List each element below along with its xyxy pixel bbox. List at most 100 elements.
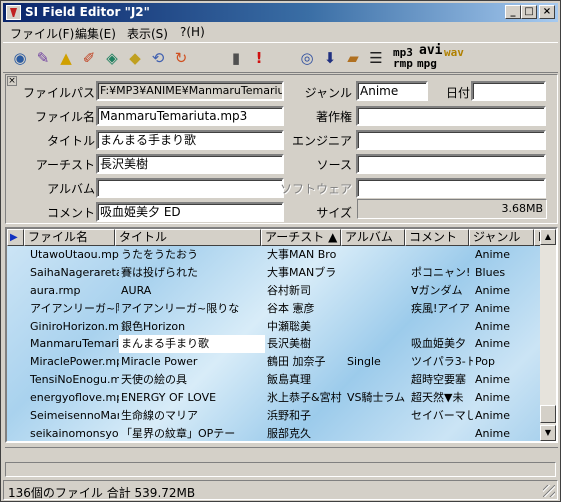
scroll-thumb[interactable] [540, 405, 556, 423]
table-cell: Single [347, 355, 381, 369]
list-rows: UtawoUtaou.mp3 うたをうたおう 大事MAN Bro Anime Saiha… [7, 246, 547, 441]
panel-close-icon[interactable]: × [7, 76, 17, 86]
table-cell: Anime [475, 319, 511, 333]
table-cell: Anime [475, 409, 511, 423]
table-cell: ポコニャン! [411, 265, 471, 279]
list-scrollbar[interactable]: ▲ ▼ [540, 229, 556, 441]
table-row[interactable]: GiniroHorizon.mp3銀色Horizon 中瀬聡美 Anime [7, 318, 542, 336]
artist-label: アーチスト [35, 158, 95, 172]
table-cell: ∀ガンダム [411, 283, 463, 297]
table-cell: Anime [475, 283, 511, 297]
table-row[interactable]: UtawoUtaou.mp3 うたをうたおう 大事MAN Bro Anime [7, 246, 542, 264]
title-label: タイトル [46, 134, 95, 148]
table-row[interactable]: TensiNoEnogu.mp3天使の絵の具 飯島真理 超時空要塞 Anime [7, 371, 542, 389]
date-field[interactable] [471, 81, 546, 101]
copyright-field[interactable] [356, 106, 546, 126]
play-marker-icon[interactable]: ▶ [7, 229, 24, 246]
table-cell: energyoflove.mp3 [30, 391, 119, 405]
warning-icon[interactable]: ▲ [55, 47, 77, 69]
table-cell: 中瀬聡美 [267, 319, 311, 333]
column-comment[interactable]: コメント [405, 229, 469, 246]
menu-help[interactable]: ?(H) [180, 25, 205, 39]
table-row[interactable]: seikainomonsyou_op.mp「星界の紋章」OPテー 服部克久 Anim… [7, 425, 542, 441]
filepath-field[interactable]: F:¥MP3¥ANIME¥ManmaruTemariuta.mp3 [96, 81, 284, 101]
date-label: 日付 [445, 86, 470, 100]
table-cell: UtawoUtaou.mp3 [30, 248, 119, 261]
toolbar: ◉ ✎ ▲ ✐ ◈ ◆ ⟲ ↻ ▮ ! ◎ ⬇ ▰ ☰ mp3 avi wav … [3, 42, 558, 73]
engineer-label: エンジニア [291, 134, 352, 148]
comment-field[interactable]: 吸血姫美夕 ED [96, 202, 284, 222]
table-cell: 長沢美樹 [267, 337, 311, 351]
edit-icon[interactable]: ✐ [78, 47, 100, 69]
column-genre[interactable]: ジャンル [469, 229, 534, 246]
minimize-button[interactable]: _ [505, 5, 521, 19]
maximize-button[interactable]: □ [521, 5, 537, 19]
table-cell: 「星界の紋章」OPテー [121, 426, 236, 440]
rename-icon[interactable]: ⟲ [147, 47, 169, 69]
table-row[interactable]: MiraclePower.mp3Miracle Power 鶴田 加奈子 Singl… [7, 353, 547, 371]
genre-label: ジャンル [304, 86, 352, 100]
size-label: サイズ [316, 206, 352, 220]
table-cell: Anime [475, 301, 511, 315]
menu-edit[interactable]: 編集(E) [75, 25, 116, 42]
window-title: SI Field Editor "J2" [25, 5, 150, 19]
file-list[interactable]: ▶ ファイル名 タイトル アーチスト ▲ アルバム コメント ジャンル E Ut… [5, 227, 558, 443]
list-icon[interactable]: ☰ [365, 47, 387, 69]
genre-field[interactable]: Anime [356, 81, 428, 101]
table-cell: セイバーマし [411, 409, 473, 423]
source-field[interactable] [356, 154, 546, 174]
table-row[interactable]: energyoflove.mp3ENERGY OF LOVE 氷上恭子&宮村 VS騎… [7, 389, 547, 407]
status-text: 136個のファイル 合計 539.72MB [8, 486, 196, 500]
disc-icon[interactable]: ◈ [101, 47, 123, 69]
menu-view[interactable]: 表示(S) [127, 25, 168, 42]
menu-file[interactable]: ファイル(F) [10, 25, 74, 42]
software-field[interactable] [356, 178, 546, 198]
table-cell: VS騎士ラム [347, 391, 406, 405]
format-wav-label[interactable]: wav [444, 47, 464, 58]
main-window: SI Field Editor "J2" _ □ × ファイル(F) 編集(E)… [0, 0, 561, 502]
table-row[interactable]: ManmaruTemariuta.mpまんまる手まり歌長沢美樹 吸血姫美夕 Anim… [7, 335, 542, 354]
open-icon[interactable]: ◉ [9, 47, 31, 69]
column-filename[interactable]: ファイル名 [24, 229, 115, 246]
table-row[interactable]: SeimeisennoMaria.mp3生命線のマリア 浜野和子 セイバーマしAni… [7, 407, 547, 425]
column-album[interactable]: アルバム [341, 229, 405, 246]
app-icon[interactable] [6, 5, 21, 20]
title-field[interactable]: まんまる手まり歌 [96, 130, 284, 150]
artist-field[interactable]: 長沢美樹 [96, 154, 284, 174]
resize-grip[interactable] [543, 485, 555, 497]
engineer-field[interactable] [356, 130, 546, 150]
table-cell: 天使の絵の具 [121, 373, 187, 387]
alert-icon[interactable]: ! [248, 47, 270, 69]
column-title[interactable]: タイトル [115, 229, 261, 246]
cd-icon[interactable]: ◎ [296, 47, 318, 69]
table-row[interactable]: アイアンリーガ~限りなアイアンリーガ~限りな谷本 憲彦疾風!アイアAnime1 [7, 300, 547, 318]
format-avi-label[interactable]: avi [419, 44, 442, 57]
table-cell: 生命線のマリア [121, 409, 198, 423]
table-cell: ManmaruTemariuta.mp [30, 337, 119, 351]
format-rmp-label[interactable]: rmp [393, 58, 413, 69]
table-cell [345, 335, 409, 353]
close-button[interactable]: × [539, 5, 555, 19]
table-cell: 谷村新司 [267, 283, 311, 297]
table-row[interactable]: SaihaNagerareta.mp3賽は投げられた 大事MANブラ ポコニャン! B… [7, 264, 542, 282]
copyright-label: 著作権 [315, 110, 352, 124]
scroll-up-button[interactable]: ▲ [540, 229, 556, 245]
settings-icon[interactable]: ✎ [32, 47, 54, 69]
table-cell: Miracle Power [121, 355, 198, 369]
filename-field[interactable]: ManmaruTemariuta.mp3 [96, 106, 284, 126]
scroll-down-button[interactable]: ▼ [540, 425, 556, 441]
album-field[interactable] [96, 178, 284, 198]
tag-icon[interactable]: ◆ [124, 47, 146, 69]
menu-bar: ファイル(F) 編集(E) 表示(S) ?(H) [3, 23, 558, 41]
software-label: ソフトウェア [279, 182, 352, 196]
table-cell: 浜野和子 [267, 409, 311, 423]
download-icon[interactable]: ⬇ [319, 47, 341, 69]
progress-bar [5, 462, 556, 477]
refresh-icon[interactable]: ↻ [170, 47, 192, 69]
trash-icon[interactable]: ▮ [225, 47, 247, 69]
table-row[interactable]: aura.rmpAURA谷村新司∀ガンダムAnime1 [7, 282, 547, 300]
folder-icon[interactable]: ▰ [342, 47, 364, 69]
comment-label: コメント [46, 206, 95, 220]
column-artist[interactable]: アーチスト ▲ [261, 229, 341, 246]
format-mpg-label[interactable]: mpg [417, 58, 437, 69]
